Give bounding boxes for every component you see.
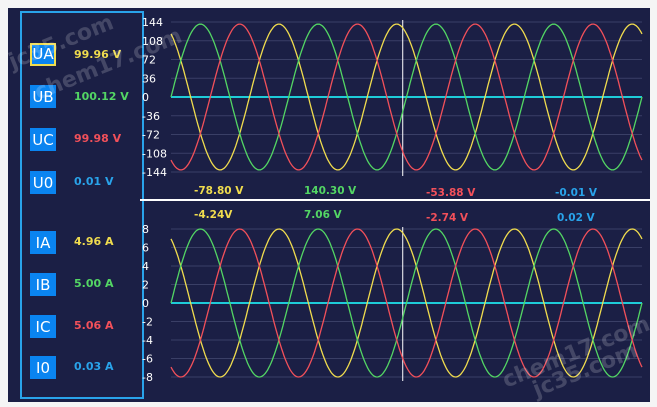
current-readout-b: 7.06 V	[304, 209, 342, 221]
y-tick-label: -6	[142, 353, 153, 366]
voltage-readout-b: 140.30 V	[304, 185, 357, 197]
y-tick-label: 8	[142, 223, 149, 236]
y-tick-label: -144	[142, 166, 167, 179]
y-tick-label: -108	[142, 147, 167, 160]
y-tick-label: 2	[142, 279, 149, 292]
voltage-readout-0: -0.01 V	[555, 187, 598, 199]
y-tick-label: 0	[142, 91, 149, 104]
voltage-readout-a: -78.80 V	[194, 185, 244, 197]
y-tick-label: -72	[142, 129, 160, 142]
y-tick-label: -36	[142, 110, 160, 123]
y-tick-label: 6	[142, 242, 149, 255]
y-tick-label: -8	[142, 371, 153, 384]
y-tick-label: -4	[142, 334, 153, 347]
current-readout-0: 0.02 V	[557, 212, 595, 224]
current-readout-a: -4.24V	[194, 209, 233, 221]
y-tick-label: -2	[142, 316, 153, 329]
y-tick-label: 0	[142, 297, 149, 310]
voltage-readout-c: -53.88 V	[426, 187, 476, 199]
y-tick-label: 36	[142, 72, 156, 85]
y-tick-label: 4	[142, 260, 149, 273]
current-readout-c: -2.74 V	[426, 212, 469, 224]
y-tick-label: 144	[142, 16, 163, 29]
